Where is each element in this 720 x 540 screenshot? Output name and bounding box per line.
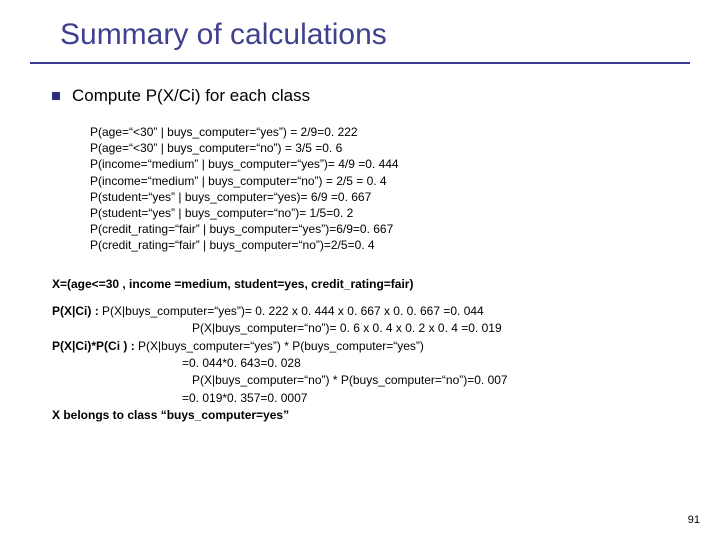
calc-text: P(X|buys_computer=“yes”)= 0. 222 x 0. 44… [102, 304, 484, 318]
prob-line: P(credit_rating=“fair” | buys_computer=“… [90, 237, 680, 253]
calc-text: P(X|buys_computer=“yes”) * P(buys_comput… [138, 339, 424, 353]
calc-line: =0. 019*0. 357=0. 0007 [182, 390, 680, 407]
prob-line: P(credit_rating=“fair” | buys_computer=“… [90, 221, 680, 237]
square-bullet-icon [52, 92, 60, 100]
pxci-pci-label: P(X|Ci)*P(Ci ) : [52, 339, 138, 353]
x-definition: X=(age<=30 , income =medium, student=yes… [52, 276, 680, 293]
calc-line: P(X|buys_computer=“no”)= 0. 6 x 0. 4 x 0… [192, 320, 680, 337]
subhead-text: Compute P(X/Ci) for each class [72, 86, 310, 106]
prob-line: P(student=“yes” | buys_computer=“yes)= 6… [90, 189, 680, 205]
prob-line: P(income=“medium” | buys_computer=“yes”)… [90, 156, 680, 172]
prob-line: P(age=“<30” | buys_computer=“yes”) = 2/9… [90, 124, 680, 140]
title-rule [30, 62, 690, 64]
calc-line: P(X|Ci)*P(Ci ) : P(X|buys_computer=“yes”… [52, 338, 680, 355]
subhead-row: Compute P(X/Ci) for each class [52, 86, 680, 106]
probability-list: P(age=“<30” | buys_computer=“yes”) = 2/9… [90, 124, 680, 254]
prob-line: P(income=“medium” | buys_computer=“no”) … [90, 173, 680, 189]
conclusion: X belongs to class “buys_computer=yes” [52, 407, 680, 424]
calculation-block: X=(age<=30 , income =medium, student=yes… [52, 276, 680, 425]
prob-line: P(student=“yes” | buys_computer=“no”)= 1… [90, 205, 680, 221]
calc-line: P(X|Ci) : P(X|buys_computer=“yes”)= 0. 2… [52, 303, 680, 320]
slide-title: Summary of calculations [60, 18, 680, 52]
calc-line: P(X|buys_computer=“no”) * P(buys_compute… [192, 372, 680, 389]
prob-line: P(age=“<30” | buys_computer=“no”) = 3/5 … [90, 140, 680, 156]
page-number: 91 [688, 514, 700, 526]
calc-line: =0. 044*0. 643=0. 028 [182, 355, 680, 372]
pxci-label: P(X|Ci) : [52, 304, 102, 318]
